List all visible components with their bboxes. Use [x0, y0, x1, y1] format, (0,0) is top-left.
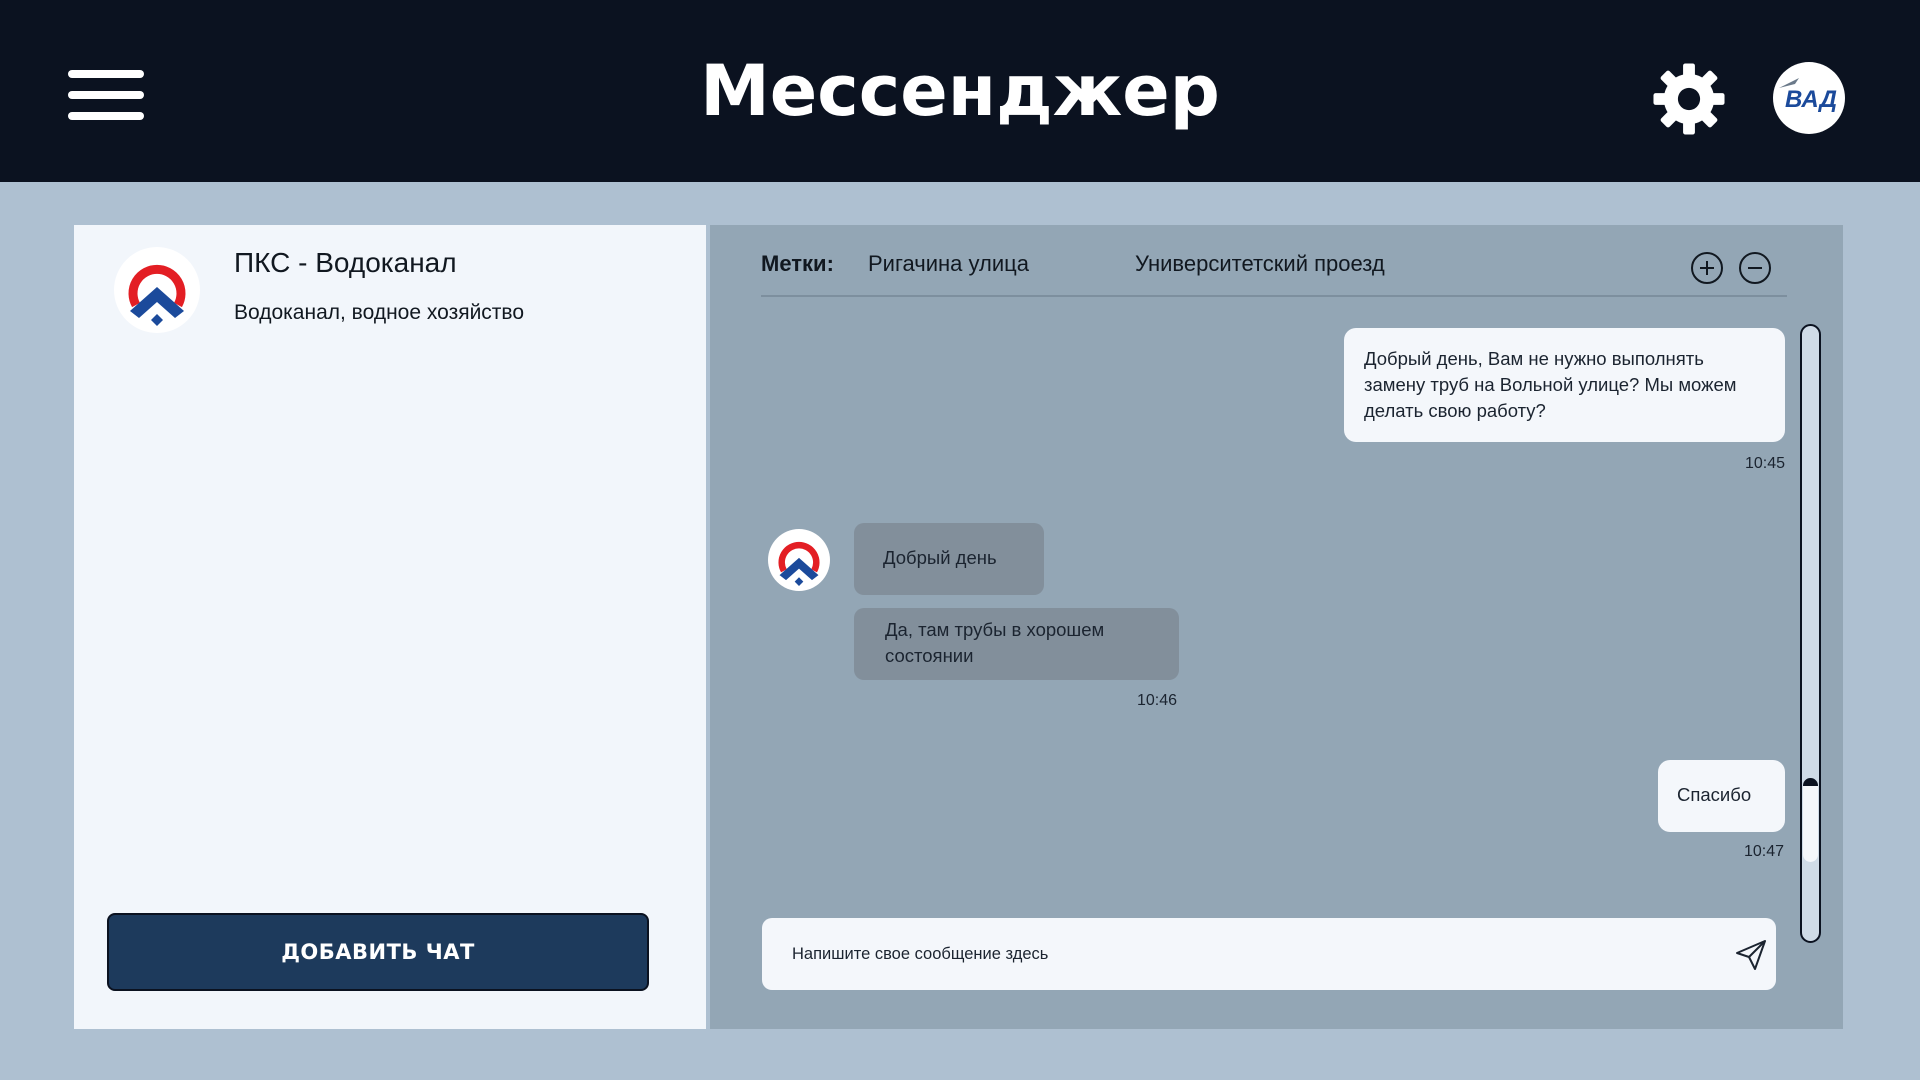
chat-avatar — [114, 247, 200, 333]
message-input[interactable] — [792, 918, 1712, 990]
user-avatar[interactable]: ВАД — [1773, 62, 1845, 134]
page-title: Мессенджер — [700, 50, 1220, 132]
vad-logo-icon: ВАД — [1779, 78, 1837, 113]
chat-title: ПКС - Водоканал — [234, 247, 457, 278]
tags-label: Метки: — [761, 251, 834, 276]
message-time: 10:46 — [1137, 692, 1178, 709]
app-header: Мессенджер ВАД — [0, 0, 1920, 182]
vodokanal-logo-icon — [778, 541, 820, 586]
message-composer — [762, 918, 1776, 990]
gear-icon[interactable] — [1652, 62, 1726, 136]
scrollbar-thumb[interactable] — [1803, 778, 1818, 862]
add-chat-button[interactable]: ДОБАВИТЬ ЧАТ — [107, 913, 649, 991]
chat-list-item[interactable]: ПКС - Водоканал Водоканал, водное хозяйс… — [74, 225, 706, 345]
message-scrollbar[interactable] — [1800, 324, 1821, 943]
message-bubble-outgoing: Спасибо — [1658, 760, 1785, 832]
message-bubble-incoming: Да, там трубы в хорошем состоянии — [854, 608, 1179, 680]
hamburger-menu-icon[interactable] — [68, 66, 144, 128]
plus-circle-icon[interactable] — [1690, 251, 1724, 285]
chat-list-panel: ПКС - Водоканал Водоканал, водное хозяйс… — [74, 225, 706, 1029]
message-time: 10:47 — [1743, 843, 1784, 860]
vodokanal-logo-icon — [128, 264, 186, 326]
chat-subtitle: Водоканал, водное хозяйство — [234, 301, 525, 324]
send-icon[interactable] — [1734, 938, 1768, 972]
conversation-panel: Метки: Ригачина улица Университетский пр… — [710, 225, 1843, 1029]
message-bubble-outgoing: Добрый день, Вам не нужно выполнять заме… — [1344, 328, 1785, 442]
minus-circle-icon[interactable] — [1738, 251, 1772, 285]
tags-bar: Метки: Ригачина улица Университетский пр… — [761, 247, 1787, 297]
tag-item[interactable]: Ригачина улица — [868, 251, 1029, 277]
user-logo-text: ВАД — [1785, 86, 1837, 113]
message-time: 10:45 — [1744, 455, 1785, 472]
tag-item[interactable]: Университетский проезд — [1135, 251, 1385, 277]
message-bubble-incoming: Добрый день — [854, 523, 1044, 595]
message-list: Добрый день, Вам не нужно выполнять заме… — [710, 315, 1800, 905]
sender-avatar — [768, 529, 830, 591]
